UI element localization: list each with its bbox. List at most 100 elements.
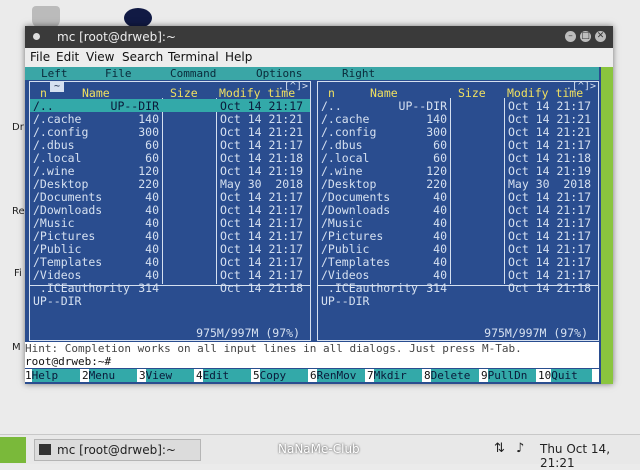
mc-menu-options[interactable]: Options <box>256 67 302 80</box>
desktop-label-3: Fi <box>14 268 22 279</box>
col-size[interactable]: Size <box>458 86 486 100</box>
file-row[interactable]: /Templates 40 Oct 14 21:17 <box>318 255 598 269</box>
function-key-label: Help <box>31 369 80 382</box>
function-key-9[interactable]: 9PullDn <box>481 369 538 382</box>
app-logo-icon[interactable] <box>124 8 152 28</box>
menu-edit[interactable]: Edit <box>56 50 79 64</box>
file-size: 40 <box>145 255 159 269</box>
file-name: /Templates <box>33 255 103 269</box>
file-row[interactable]: /.dbus 60 Oct 14 21:17 <box>318 138 598 152</box>
file-row[interactable]: /Documents 40 Oct 14 21:17 <box>318 190 598 204</box>
minimize-button[interactable]: – <box>565 31 576 42</box>
file-name: /.cache <box>33 112 82 126</box>
col-name[interactable]: Name <box>82 86 110 100</box>
file-size: 40 <box>145 190 159 204</box>
file-row[interactable]: /Videos 40 Oct 14 21:17 <box>30 268 310 282</box>
left-panel[interactable]: ~ .[^]> n Name Size Modify time /.. UP--D… <box>29 81 311 341</box>
function-key-label: RenMov <box>316 369 365 382</box>
right-panel[interactable]: .[^]> n Name Size Modify time /.. UP--DIR… <box>317 81 599 341</box>
function-key-8[interactable]: 8Delete <box>424 369 481 382</box>
file-size: 314 <box>138 281 159 295</box>
shell-prompt[interactable]: root@drweb:~# <box>25 355 599 368</box>
function-key-2[interactable]: 2Menu <box>82 369 139 382</box>
file-time: Oct 14 21:17 <box>220 255 304 269</box>
file-row[interactable]: /Music 40 Oct 14 21:17 <box>30 216 310 230</box>
taskbar-task-button[interactable]: mc [root@drweb]:~ <box>34 439 201 461</box>
function-key-10[interactable]: 10Quit <box>538 369 595 382</box>
col-time[interactable]: Modify time <box>507 86 583 100</box>
clock[interactable]: Thu Oct 14, 21:21 <box>540 442 640 470</box>
hint-line: Hint: Completion works on all input line… <box>25 342 599 355</box>
file-row[interactable]: /.wine 120 Oct 14 21:19 <box>318 164 598 178</box>
left-panel-path[interactable]: ~ <box>50 81 65 92</box>
function-key-1[interactable]: 1Help <box>25 369 82 382</box>
file-row[interactable]: /.. UP--DIR Oct 14 21:17 <box>318 99 598 113</box>
file-name: /Pictures <box>321 229 384 243</box>
function-key-5[interactable]: 5Copy <box>253 369 310 382</box>
mc-menubar: Left File Command Options Right <box>25 67 599 80</box>
file-row[interactable]: /Pictures 40 Oct 14 21:17 <box>318 229 598 243</box>
file-row[interactable]: /.wine 120 Oct 14 21:19 <box>30 164 310 178</box>
mc-menu-file[interactable]: File <box>105 67 132 80</box>
window-menu-icon[interactable] <box>33 33 40 40</box>
function-key-3[interactable]: 3View <box>139 369 196 382</box>
file-row[interactable]: /Desktop 220 May 30 2018 <box>318 177 598 191</box>
file-row[interactable]: /.. UP--DIR Oct 14 21:17 <box>30 99 310 113</box>
file-row[interactable]: /Templates 40 Oct 14 21:17 <box>30 255 310 269</box>
file-row[interactable]: .ICEauthority 314 Oct 14 21:18 <box>30 281 310 295</box>
file-row[interactable]: /Music 40 Oct 14 21:17 <box>318 216 598 230</box>
menu-search[interactable]: Search <box>122 50 163 64</box>
function-key-number: 1 <box>25 369 32 382</box>
start-menu-icon[interactable] <box>0 437 26 463</box>
mc-menu-command[interactable]: Command <box>170 67 216 80</box>
desktop-label-4: M <box>12 342 21 353</box>
menu-terminal[interactable]: Terminal <box>168 50 219 64</box>
menu-help[interactable]: Help <box>225 50 252 64</box>
file-row[interactable]: /.config 300 Oct 14 21:21 <box>318 125 598 139</box>
file-row[interactable]: /Documents 40 Oct 14 21:17 <box>30 190 310 204</box>
close-button[interactable]: ✕ <box>595 31 606 42</box>
col-n[interactable]: n <box>40 86 47 100</box>
file-row[interactable]: /Pictures 40 Oct 14 21:17 <box>30 229 310 243</box>
function-key-6[interactable]: 6RenMov <box>310 369 367 382</box>
file-size: 40 <box>433 190 447 204</box>
file-row[interactable]: /Public 40 Oct 14 21:17 <box>318 242 598 256</box>
file-size: 300 <box>138 125 159 139</box>
trash-icon[interactable] <box>32 6 60 28</box>
window-title: mc [root@drweb]:~ <box>57 30 176 44</box>
col-n[interactable]: n <box>328 86 335 100</box>
file-row[interactable]: /Downloads 40 Oct 14 21:17 <box>30 203 310 217</box>
file-time: Oct 14 21:17 <box>220 190 304 204</box>
file-row[interactable]: /.cache 140 Oct 14 21:21 <box>318 112 598 126</box>
function-key-7[interactable]: 7Mkdir <box>367 369 424 382</box>
file-row[interactable]: /Desktop 220 May 30 2018 <box>30 177 310 191</box>
volume-icon[interactable]: ♪ <box>516 441 524 456</box>
file-row[interactable]: /.cache 140 Oct 14 21:21 <box>30 112 310 126</box>
network-icon[interactable]: ⇅ <box>494 441 505 456</box>
file-name: /.dbus <box>321 138 363 152</box>
file-row[interactable]: /Public 40 Oct 14 21:17 <box>30 242 310 256</box>
col-size[interactable]: Size <box>170 86 198 100</box>
menu-view[interactable]: View <box>86 50 114 64</box>
file-row[interactable]: /.local 60 Oct 14 21:18 <box>30 151 310 165</box>
file-row[interactable]: /Downloads 40 Oct 14 21:17 <box>318 203 598 217</box>
file-row[interactable]: /.dbus 60 Oct 14 21:17 <box>30 138 310 152</box>
file-name: /.config <box>321 125 377 139</box>
side-accent-bar <box>601 67 613 384</box>
file-row[interactable]: /.local 60 Oct 14 21:18 <box>318 151 598 165</box>
col-time[interactable]: Modify time <box>219 86 295 100</box>
mc-menu-left[interactable]: Left <box>41 67 68 80</box>
file-row[interactable]: /.config 300 Oct 14 21:21 <box>30 125 310 139</box>
function-key-4[interactable]: 4Edit <box>196 369 253 382</box>
file-size: 60 <box>145 138 159 152</box>
file-name: .ICEauthority <box>321 281 418 295</box>
menu-file[interactable]: File <box>30 50 50 64</box>
file-row[interactable]: /Videos 40 Oct 14 21:17 <box>318 268 598 282</box>
col-name[interactable]: Name <box>370 86 398 100</box>
window-titlebar[interactable]: mc [root@drweb]:~ – □ ✕ <box>25 26 613 48</box>
mc-menu-right[interactable]: Right <box>342 67 375 80</box>
terminal-area[interactable]: Left File Command Options Right ~ .[^]> … <box>25 67 613 384</box>
file-row[interactable]: .ICEauthority 314 Oct 14 21:18 <box>318 281 598 295</box>
maximize-button[interactable]: □ <box>580 31 591 42</box>
file-size: 60 <box>433 138 447 152</box>
